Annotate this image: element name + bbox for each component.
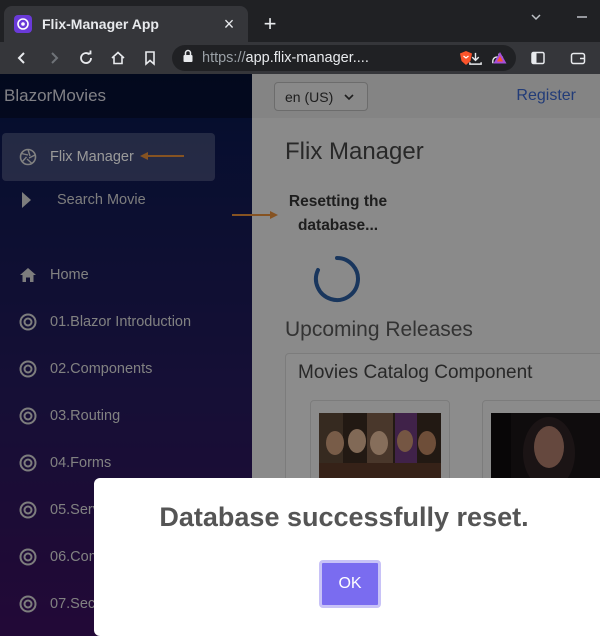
forward-icon[interactable] [38,42,70,74]
url-host: app.flix-manager.... [245,50,369,66]
ok-button[interactable]: OK [319,560,381,608]
new-tab-button[interactable]: + [258,11,282,37]
minimize-icon[interactable] [576,10,588,26]
browser-toolbar: https://app.flix-manager.... [0,42,600,74]
tab-close-icon[interactable]: × [220,14,238,35]
sidebar-toggle-icon[interactable] [522,42,554,74]
alert-dialog: Database successfully reset. OK [94,478,600,636]
lock-icon [182,49,194,68]
browser-tab-bar: Flix-Manager App × + [0,0,600,42]
app-favicon-icon [14,15,32,33]
browser-tab[interactable]: Flix-Manager App × [4,6,248,42]
url-prefix: https:// [202,50,246,66]
wallet-icon[interactable] [562,42,594,74]
reload-icon[interactable] [70,42,102,74]
back-icon[interactable] [6,42,38,74]
dialog-message: Database successfully reset. [159,502,529,532]
brave-rewards-icon[interactable] [484,42,516,74]
bookmark-icon[interactable] [134,42,166,74]
tab-title: Flix-Manager App [42,16,159,32]
tab-search-chevron-icon[interactable] [530,10,542,26]
home-icon[interactable] [102,42,134,74]
url-text: https://app.flix-manager.... [202,50,462,66]
brave-shields-icon[interactable] [450,42,482,74]
